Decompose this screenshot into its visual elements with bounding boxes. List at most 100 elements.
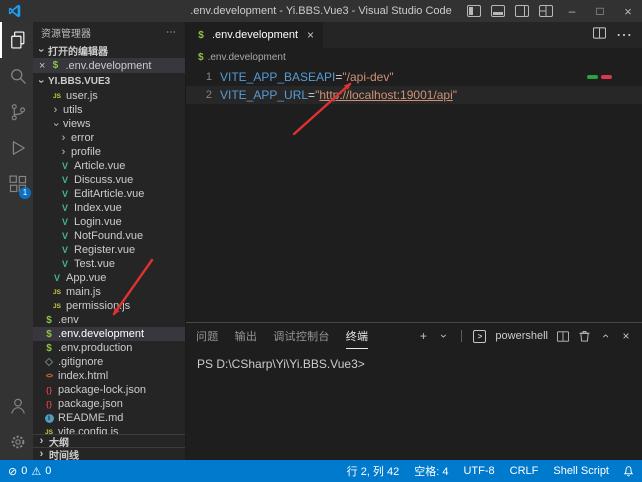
- chevron-right-icon: ›: [37, 436, 46, 447]
- activity-settings[interactable]: [0, 424, 33, 460]
- status-bar: ⊘ 0 ⚠ 0 行 2, 列 42 空格: 4 UTF-8 CRLF Shell Scr…: [0, 460, 642, 482]
- js-file-icon: [51, 93, 63, 100]
- close-button[interactable]: ×: [614, 0, 642, 22]
- split-terminal-icon[interactable]: [557, 331, 569, 342]
- terminal-output[interactable]: PS D:\CSharp\Yi\Yi.BBS.Vue3>: [186, 349, 642, 460]
- file-label: Discuss.vue: [74, 174, 133, 186]
- status-indentation[interactable]: 空格: 4: [414, 463, 448, 479]
- panel-tab-problems[interactable]: 问题: [196, 323, 219, 349]
- error-count: 0: [21, 465, 27, 477]
- tree-item-Index.vue[interactable]: Index.vue: [33, 201, 185, 215]
- kill-terminal-icon[interactable]: [578, 330, 590, 342]
- warning-count: 0: [45, 465, 51, 477]
- warning-icon: ⚠: [31, 465, 41, 478]
- toggle-sidebar-icon[interactable]: [462, 0, 486, 22]
- tree-item-permission.js[interactable]: permission.js: [33, 299, 185, 313]
- new-terminal-icon[interactable]: +: [417, 330, 429, 342]
- activity-bar: 1: [0, 22, 33, 460]
- project-section-header[interactable]: › YI.BBS.VUE3: [33, 73, 185, 89]
- activity-source-control[interactable]: [0, 94, 33, 130]
- close-panel-icon[interactable]: ×: [620, 330, 632, 342]
- line-number: 2: [186, 86, 212, 104]
- tree-item-.gitignore[interactable]: .gitignore: [33, 355, 185, 369]
- shell-file-icon: [43, 329, 55, 340]
- vue-file-icon: [59, 217, 71, 227]
- tree-item-Article.vue[interactable]: Article.vue: [33, 159, 185, 173]
- close-icon[interactable]: ×: [39, 60, 45, 72]
- vue-file-icon: [59, 245, 71, 255]
- tree-item-.env[interactable]: .env: [33, 313, 185, 327]
- chevron-right-icon: ›: [59, 133, 68, 144]
- tree-item-views[interactable]: ›views: [33, 117, 185, 131]
- maximize-button[interactable]: □: [586, 0, 614, 22]
- chevron-down-icon: ›: [50, 120, 61, 129]
- shell-file-icon: [195, 30, 207, 41]
- activity-account[interactable]: [0, 388, 33, 424]
- file-label: App.vue: [66, 272, 106, 284]
- activity-run-debug[interactable]: [0, 130, 33, 166]
- tree-item-.env.production[interactable]: .env.production: [33, 341, 185, 355]
- tab-label: .env.development: [212, 29, 298, 41]
- more-actions-icon[interactable]: ⋯: [166, 27, 177, 38]
- tree-item-Test.vue[interactable]: Test.vue: [33, 257, 185, 271]
- chevron-down-icon: ›: [35, 46, 46, 55]
- plugin-green-indicator: [587, 75, 598, 79]
- toggle-panel-icon[interactable]: [486, 0, 510, 22]
- notifications-bell-icon[interactable]: [623, 465, 634, 477]
- tree-item-package.json[interactable]: package.json: [33, 397, 185, 411]
- js-file-icon: [51, 303, 63, 310]
- status-language-mode[interactable]: Shell Script: [553, 465, 609, 477]
- activity-explorer[interactable]: [0, 22, 33, 58]
- code-editor[interactable]: 1 VITE_APP_BASEAPI="/api-dev" 2 VITE_APP…: [186, 66, 642, 322]
- tree-item-NotFound.vue[interactable]: NotFound.vue: [33, 229, 185, 243]
- tree-item-utils[interactable]: ›utils: [33, 103, 185, 117]
- maximize-panel-icon[interactable]: ›: [599, 330, 611, 342]
- customize-layout-icon[interactable]: [534, 0, 558, 22]
- panel-tab-output[interactable]: 输出: [235, 323, 258, 349]
- panel-tab-terminal[interactable]: 终端: [346, 323, 369, 349]
- tree-item-error[interactable]: ›error: [33, 131, 185, 145]
- outline-section[interactable]: › 大纲: [33, 434, 185, 447]
- breadcrumb-file: .env.development: [208, 52, 286, 63]
- tree-item-user.js[interactable]: user.js: [33, 89, 185, 103]
- toggle-secondary-sidebar-icon[interactable]: [510, 0, 534, 22]
- open-editors-header[interactable]: › 打开的编辑器: [33, 42, 185, 58]
- tree-item-Login.vue[interactable]: Login.vue: [33, 215, 185, 229]
- tree-item-README.md[interactable]: README.md: [33, 411, 185, 425]
- tree-item-profile[interactable]: ›profile: [33, 145, 185, 159]
- vue-file-icon: [59, 231, 71, 241]
- open-editor-item[interactable]: × .env.development: [33, 58, 185, 73]
- tree-item-package-lock.json[interactable]: package-lock.json: [33, 383, 185, 397]
- file-label: views: [63, 118, 91, 130]
- git-file-icon: [45, 358, 53, 366]
- tree-item-EditArticle.vue[interactable]: EditArticle.vue: [33, 187, 185, 201]
- editor-tab[interactable]: .env.development ×: [186, 22, 324, 48]
- split-editor-icon[interactable]: [593, 26, 606, 44]
- panel-tab-debug-console[interactable]: 调试控制台: [273, 323, 330, 349]
- tree-item-Discuss.vue[interactable]: Discuss.vue: [33, 173, 185, 187]
- minimize-button[interactable]: –: [558, 0, 586, 22]
- status-cursor-position[interactable]: 行 2, 列 42: [347, 463, 400, 479]
- tree-item-main.js[interactable]: main.js: [33, 285, 185, 299]
- chevron-down-icon[interactable]: ›: [438, 330, 450, 342]
- plugin-red-indicator: [601, 75, 612, 79]
- close-icon[interactable]: ×: [307, 28, 314, 42]
- terminal-shell-name[interactable]: powershell: [495, 330, 548, 342]
- more-actions-icon[interactable]: ⋯: [616, 25, 632, 45]
- tree-item-index.html[interactable]: index.html: [33, 369, 185, 383]
- chevron-down-icon: ›: [35, 77, 46, 86]
- code-line-1: 1 VITE_APP_BASEAPI="/api-dev": [186, 68, 642, 86]
- tree-item-Register.vue[interactable]: Register.vue: [33, 243, 185, 257]
- tree-item-App.vue[interactable]: App.vue: [33, 271, 185, 285]
- status-eol[interactable]: CRLF: [510, 465, 539, 477]
- timeline-section[interactable]: › 时间线: [33, 447, 185, 460]
- gear-icon: [8, 432, 28, 452]
- tree-item-.env.development[interactable]: .env.development: [33, 327, 185, 341]
- activity-extensions[interactable]: 1: [0, 166, 33, 202]
- status-encoding[interactable]: UTF-8: [463, 465, 494, 477]
- breadcrumb[interactable]: $ .env.development: [186, 48, 642, 66]
- problems-status[interactable]: ⊘ 0 ⚠ 0: [8, 465, 51, 478]
- url-link[interactable]: http://localhost:19001/api: [319, 88, 452, 102]
- file-label: .gitignore: [58, 356, 103, 368]
- activity-search[interactable]: [0, 58, 33, 94]
